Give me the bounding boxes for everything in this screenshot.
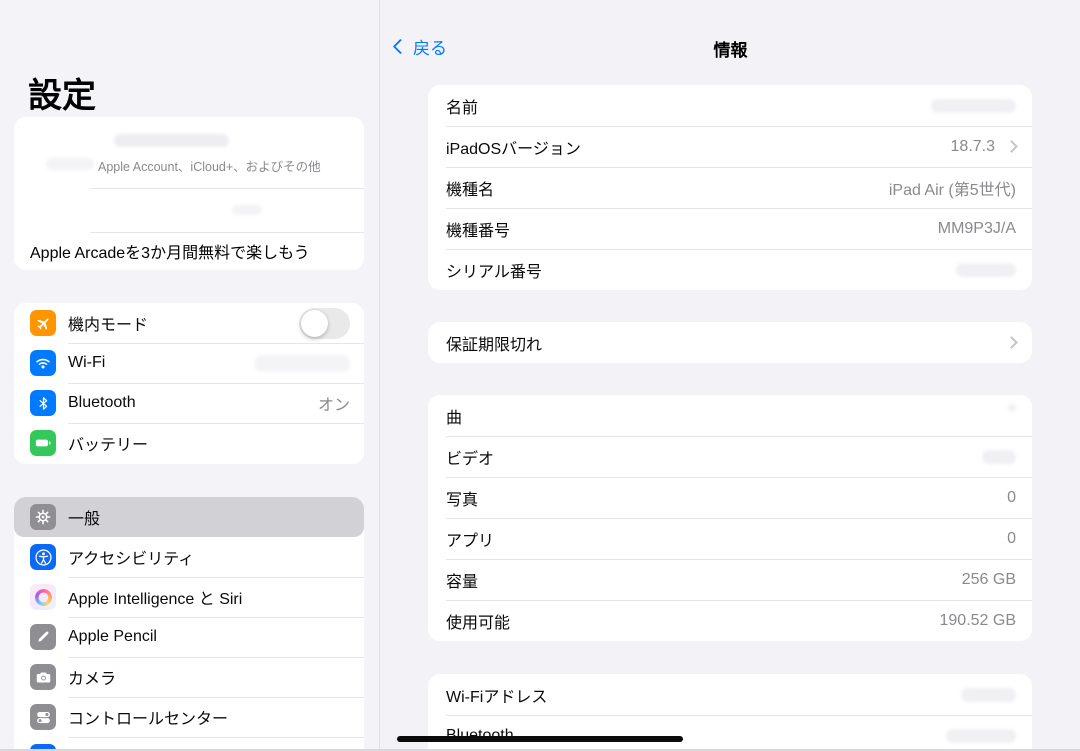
- row-bluetooth-address[interactable]: Bluetooth: [428, 715, 1032, 751]
- redacted-bluetooth-address: [946, 729, 1016, 743]
- redacted-songs-value: [1008, 404, 1016, 412]
- about-pane: 戻る 情報 名前 iPadOSバージョン 18.7.3 機種名 iPad Air…: [381, 0, 1080, 751]
- page-title: 情報: [381, 36, 1080, 61]
- apps-value: 0: [1007, 530, 1016, 548]
- pencil-icon: [30, 624, 56, 650]
- about-card: 名前 iPadOSバージョン 18.7.3 機種名 iPad Air (第5世代…: [428, 85, 1032, 290]
- row-videos[interactable]: ビデオ: [428, 436, 1032, 477]
- redacted-wifi-network: [255, 355, 350, 372]
- sidebar-item-airplane-mode[interactable]: 機内モード: [14, 303, 364, 343]
- model-number-label: 機種番号: [446, 217, 510, 241]
- accessibility-label: アクセシビリティ: [68, 545, 194, 569]
- account-subtitle: Apple Account、iCloud+、およびその他: [98, 156, 321, 175]
- serial-number-label: シリアル番号: [446, 258, 542, 282]
- bluetooth-icon: [30, 390, 56, 416]
- photos-value: 0: [1007, 489, 1016, 507]
- airplane-icon: [30, 310, 56, 336]
- storage-card: 曲 ビデオ 写真 0 アプリ 0 容量 256 GB 使用可能 190.52 G: [428, 395, 1032, 641]
- camera-icon: [30, 664, 56, 690]
- row-warranty[interactable]: 保証期限切れ: [428, 322, 1032, 363]
- row-serial-number[interactable]: シリアル番号: [428, 249, 1032, 290]
- model-number-value: MM9P3J/A: [938, 220, 1016, 238]
- wifi-icon: [30, 350, 56, 376]
- sidebar-item-bluetooth[interactable]: Bluetooth オン: [14, 383, 364, 423]
- bluetooth-label: Bluetooth: [68, 394, 136, 412]
- songs-label: 曲: [446, 404, 462, 428]
- battery-label: バッテリー: [68, 431, 148, 455]
- row-songs[interactable]: 曲: [428, 395, 1032, 436]
- redacted-name-value: [931, 99, 1016, 113]
- row-model-number[interactable]: 機種番号 MM9P3J/A: [428, 208, 1032, 249]
- model-name-value: iPad Air (第5世代): [889, 176, 1016, 200]
- row-name[interactable]: 名前: [428, 85, 1032, 126]
- sidebar-item-camera[interactable]: カメラ: [14, 657, 364, 697]
- home-indicator[interactable]: [397, 736, 683, 742]
- sidebar-item-accessibility[interactable]: アクセシビリティ: [14, 537, 364, 577]
- model-name-label: 機種名: [446, 176, 494, 200]
- apple-pencil-label: Apple Pencil: [68, 628, 157, 646]
- sidebar-item-apple-pencil[interactable]: Apple Pencil: [14, 617, 364, 657]
- name-label: 名前: [446, 94, 478, 118]
- sidebar-item-battery[interactable]: バッテリー: [14, 423, 364, 463]
- row-wifi-address[interactable]: Wi-Fiアドレス: [428, 674, 1032, 715]
- camera-label: カメラ: [68, 665, 116, 689]
- row-apps[interactable]: アプリ 0: [428, 518, 1032, 559]
- redacted-subtitle-prefix: [46, 158, 94, 170]
- row-model-name[interactable]: 機種名 iPad Air (第5世代): [428, 167, 1032, 208]
- settings-sidebar: 設定 Apple Account、iCloud+、およびその他 Apple Ar…: [0, 0, 380, 751]
- sidebar-item-general[interactable]: 一般: [14, 497, 364, 537]
- row-photos[interactable]: 写真 0: [428, 477, 1032, 518]
- apple-account-row[interactable]: Apple Account、iCloud+、およびその他: [14, 117, 364, 188]
- available-label: 使用可能: [446, 609, 510, 633]
- photos-label: 写真: [446, 486, 478, 510]
- wifi-label: Wi-Fi: [68, 354, 105, 372]
- battery-icon: [30, 430, 56, 456]
- arcade-promo-label: Apple Arcadeを3か月間無料で楽しもう: [30, 239, 310, 263]
- redacted-videos-value: [982, 450, 1016, 464]
- airplane-mode-toggle[interactable]: [299, 308, 350, 339]
- sidebar-item-wifi[interactable]: Wi-Fi: [14, 343, 364, 383]
- bluetooth-value: オン: [318, 391, 350, 415]
- accessibility-icon: [30, 544, 56, 570]
- general-label: 一般: [68, 505, 100, 529]
- warranty-label: 保証期限切れ: [446, 331, 542, 355]
- capacity-value: 256 GB: [962, 571, 1016, 589]
- capacity-label: 容量: [446, 568, 478, 592]
- row-available[interactable]: 使用可能 190.52 GB: [428, 600, 1032, 641]
- gear-icon: [30, 504, 56, 530]
- apple-intelligence-label: Apple Intelligence と Siri: [68, 585, 242, 609]
- ipados-version-value: 18.7.3: [951, 138, 995, 156]
- row-capacity[interactable]: 容量 256 GB: [428, 559, 1032, 600]
- redacted-middle-value: [232, 205, 262, 215]
- control-center-icon: [30, 704, 56, 730]
- account-card: Apple Account、iCloud+、およびその他 Apple Arcad…: [14, 117, 364, 270]
- control-center-label: コントロールセンター: [68, 705, 228, 729]
- apple-arcade-promo-row[interactable]: Apple Arcadeを3か月間無料で楽しもう: [14, 232, 364, 270]
- sidebar-title: 設定: [28, 68, 96, 117]
- warranty-card: 保証期限切れ: [428, 322, 1032, 363]
- connectivity-card: 機内モード Wi-Fi Bluetooth: [14, 303, 364, 464]
- sidebar-item-apple-intelligence-siri[interactable]: Apple Intelligence と Siri: [14, 577, 364, 617]
- airplane-mode-label: 機内モード: [68, 311, 148, 335]
- chevron-right-icon: [1005, 336, 1018, 349]
- redacted-account-name: [114, 134, 229, 147]
- row-ipados-version[interactable]: iPadOSバージョン 18.7.3: [428, 126, 1032, 167]
- account-middle-row[interactable]: [14, 188, 364, 232]
- videos-label: ビデオ: [446, 445, 494, 469]
- redacted-serial-value: [956, 263, 1016, 277]
- ipados-version-label: iPadOSバージョン: [446, 135, 581, 159]
- ipad-settings-screen: { "status_bar": { "time": "11:30", "date…: [0, 0, 1080, 751]
- apple-intelligence-icon: [30, 584, 56, 610]
- general-group-card: 一般 アクセシビリティ Apple Intelligence と Siri: [14, 497, 364, 751]
- redacted-wifi-address: [961, 688, 1016, 702]
- apps-label: アプリ: [446, 527, 494, 551]
- wifi-address-label: Wi-Fiアドレス: [446, 683, 547, 707]
- sidebar-item-control-center[interactable]: コントロールセンター: [14, 697, 364, 737]
- chevron-right-icon: [1005, 140, 1018, 153]
- available-value: 190.52 GB: [940, 612, 1017, 630]
